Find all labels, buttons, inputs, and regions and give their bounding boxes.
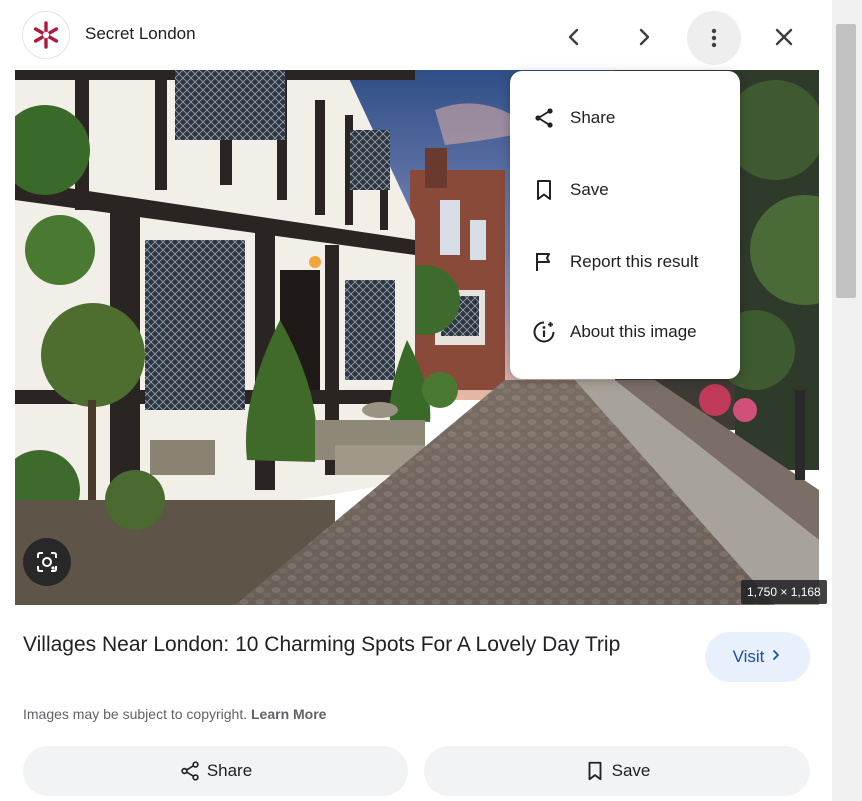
menu-item-report[interactable]: Report this result <box>510 232 740 292</box>
bookmark-icon <box>584 760 606 782</box>
info-icon <box>532 320 556 344</box>
close-icon <box>775 28 793 46</box>
share-icon <box>179 760 201 782</box>
site-name[interactable]: Secret London <box>85 24 196 44</box>
image-viewer-panel: Secret London 1,750 × 1,168 Share Save R… <box>0 0 832 801</box>
asterisk-logo-icon <box>33 21 59 49</box>
chevron-left-icon <box>568 28 579 46</box>
result-title[interactable]: Villages Near London: 10 Charming Spots … <box>23 629 683 661</box>
visit-label: Visit <box>732 647 765 666</box>
image-dimensions: 1,750 × 1,168 <box>741 580 827 604</box>
share-label: Share <box>206 761 253 780</box>
chevron-right-icon <box>639 28 650 46</box>
scrollbar-thumb[interactable] <box>836 24 856 298</box>
close-button[interactable] <box>757 12 811 62</box>
flag-icon <box>532 250 556 274</box>
viewer-header: Secret London <box>0 0 832 70</box>
more-options-button[interactable] <box>687 11 741 65</box>
share-button[interactable]: Share <box>23 746 408 796</box>
google-lens-icon <box>37 552 57 572</box>
menu-item-label: About this image <box>570 322 697 341</box>
more-vert-icon <box>711 28 717 48</box>
chevron-right-icon <box>770 648 782 666</box>
visit-button[interactable]: Visit <box>705 632 810 682</box>
previous-button[interactable] <box>547 12 601 62</box>
learn-more-link[interactable]: Learn More <box>251 706 326 722</box>
menu-item-label: Report this result <box>570 252 699 271</box>
menu-item-share[interactable]: Share <box>510 88 740 148</box>
google-lens-button[interactable] <box>23 538 71 586</box>
save-label: Save <box>611 761 651 780</box>
site-logo[interactable] <box>22 11 70 59</box>
bookmark-icon <box>532 178 556 202</box>
menu-item-save[interactable]: Save <box>510 160 740 220</box>
copyright-text: Images may be subject to copyright. <box>23 706 248 722</box>
menu-item-label: Share <box>570 108 616 127</box>
more-options-menu: Share Save Report this result About this… <box>510 71 740 379</box>
save-button[interactable]: Save <box>424 746 810 796</box>
menu-item-label: Save <box>570 180 609 199</box>
share-icon <box>532 106 556 130</box>
menu-item-about-image[interactable]: About this image <box>510 302 740 362</box>
copyright-notice: Images may be subject to copyright. Lear… <box>23 706 326 722</box>
next-button[interactable] <box>617 12 671 62</box>
